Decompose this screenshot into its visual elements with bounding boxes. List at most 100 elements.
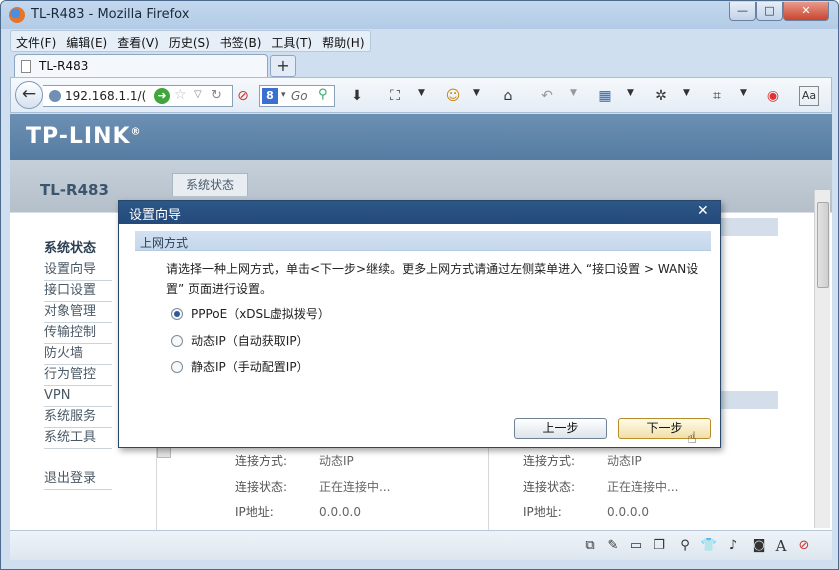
tab-tl-r483[interactable]: TL-R483 bbox=[14, 54, 268, 78]
option-label: 静态IP（手动配置IP） bbox=[191, 360, 309, 374]
apps-dropdown-icon[interactable]: ▼ bbox=[627, 88, 634, 98]
page-info-icon[interactable]: ⧉ bbox=[581, 537, 599, 555]
dialog-close-icon[interactable]: ✕ bbox=[697, 203, 709, 219]
tab-strip: TL-R483 + bbox=[10, 53, 832, 78]
windows-icon[interactable]: ❐ bbox=[650, 537, 668, 555]
menu-history[interactable]: 历史(S) bbox=[164, 31, 215, 51]
menu-file[interactable]: 文件(F) bbox=[11, 31, 61, 51]
undo-close-tab-icon[interactable]: ↶ bbox=[537, 86, 557, 106]
sidebar-toggle-icon[interactable]: ▭ bbox=[627, 537, 645, 555]
home-icon[interactable]: ⌂ bbox=[498, 86, 518, 106]
status-row: 连接方式: 动态IP bbox=[235, 454, 354, 468]
dialog-header: 设置向导 ✕ bbox=[119, 201, 720, 224]
scrollbar-thumb[interactable] bbox=[817, 202, 829, 288]
wan-status-panel-2: 连接方式: 动态IP 连接状态: 正在连接中... IP地址: 0.0.0.0 bbox=[488, 444, 814, 530]
extension-dropdown-icon[interactable]: ▼ bbox=[683, 88, 690, 98]
menu-tools[interactable]: 工具(T) bbox=[266, 31, 317, 51]
menu-edit[interactable]: 编辑(E) bbox=[61, 31, 112, 51]
section-title: 上网方式 bbox=[140, 236, 189, 250]
addon-face-icon[interactable]: ☺ bbox=[443, 86, 463, 106]
menu-bookmarks[interactable]: 书签(B) bbox=[215, 31, 267, 51]
apps-grid-icon[interactable]: ▦ bbox=[595, 86, 615, 106]
text-size-icon[interactable]: A bbox=[772, 537, 790, 555]
option-pppoe[interactable]: PPPoE（xDSL虚拟拨号） bbox=[171, 305, 330, 322]
sidebar-item-logout[interactable]: 退出登录 bbox=[44, 469, 112, 490]
sidebar-item-system-status[interactable]: 系统状态 bbox=[44, 239, 112, 260]
block-icon[interactable]: ⊘ bbox=[233, 86, 253, 106]
next-step-button[interactable]: 下一步 bbox=[618, 418, 711, 439]
sidebar-item-transmission[interactable]: 传输控制 bbox=[44, 323, 112, 344]
menu-view[interactable]: 查看(V) bbox=[112, 31, 164, 51]
maximize-button[interactable]: □ bbox=[756, 2, 783, 21]
section-header: 上网方式 bbox=[135, 231, 711, 251]
status-row: IP地址: 0.0.0.0 bbox=[523, 505, 649, 519]
browser-window: TL-R483 - Mozilla Firefox — □ ✕ 文件(F) 编辑… bbox=[0, 0, 839, 570]
brush-icon[interactable]: ✎ bbox=[604, 537, 622, 555]
sidebar-item-interface[interactable]: 接口设置 bbox=[44, 281, 112, 302]
brand-logo: TP-LINK® bbox=[26, 124, 142, 149]
option-static-ip[interactable]: 静态IP（手动配置IP） bbox=[171, 358, 309, 375]
sidebar-item-firewall[interactable]: 防火墙 bbox=[44, 344, 112, 365]
option-dynamic-ip[interactable]: 动态IP（自动获取IP） bbox=[171, 332, 309, 349]
dialog-title: 设置向导 bbox=[129, 208, 182, 223]
search-engine-icon[interactable]: 8 bbox=[262, 88, 278, 104]
page-icon bbox=[21, 60, 31, 73]
extension-icon[interactable]: ✲ bbox=[651, 86, 671, 106]
block-status-icon[interactable]: ⊘ bbox=[795, 537, 813, 555]
search-engine-dropdown-icon[interactable]: ▾ bbox=[281, 90, 286, 100]
undo-dropdown-icon[interactable]: ▼ bbox=[570, 88, 577, 98]
option-label: 动态IP（自动获取IP） bbox=[191, 334, 309, 348]
menu-help[interactable]: 帮助(H) bbox=[317, 31, 369, 51]
back-button[interactable]: ← bbox=[15, 81, 43, 109]
radio-pppoe[interactable] bbox=[171, 308, 183, 320]
title-bar: TL-R483 - Mozilla Firefox — □ ✕ bbox=[1, 1, 838, 29]
radio-dynamic-ip[interactable] bbox=[171, 335, 183, 347]
font-size-icon[interactable]: Aa bbox=[799, 86, 819, 106]
window-title: TL-R483 - Mozilla Firefox bbox=[31, 7, 190, 22]
radio-static-ip[interactable] bbox=[171, 361, 183, 373]
tab-system-status[interactable]: 系统状态 bbox=[172, 173, 248, 196]
close-window-button[interactable]: ✕ bbox=[783, 2, 829, 21]
sidebar-item-vpn[interactable]: VPN bbox=[44, 386, 112, 407]
brand-header: TP-LINK® bbox=[10, 114, 832, 160]
page-scrollbar[interactable] bbox=[814, 190, 830, 528]
url-bar[interactable]: 192.168.1.1/( ➜ ☆ ▽ ↻ bbox=[43, 85, 233, 107]
new-tab-button[interactable]: + bbox=[270, 55, 296, 77]
search-box[interactable]: 8 ▾ Go ⚲ bbox=[259, 85, 335, 107]
download-icon[interactable]: ⬇ bbox=[347, 86, 367, 106]
status-row: 连接状态: 正在连接中... bbox=[235, 480, 391, 494]
crop-dropdown-icon[interactable]: ▼ bbox=[740, 88, 747, 98]
reload-icon[interactable]: ↻ bbox=[211, 88, 222, 103]
volume-icon[interactable]: ♪ bbox=[724, 537, 742, 555]
sidebar-item-behavior[interactable]: 行为管控 bbox=[44, 365, 112, 386]
sidebar-item-services[interactable]: 系统服务 bbox=[44, 407, 112, 428]
screenshot-dropdown-icon[interactable]: ▼ bbox=[418, 88, 425, 98]
history-dropdown-icon[interactable]: ▽ bbox=[194, 89, 202, 100]
sidebar-item-tools[interactable]: 系统工具 bbox=[44, 428, 112, 449]
status-row: IP地址: 0.0.0.0 bbox=[235, 505, 361, 519]
menu-bar: 文件(F) 编辑(E) 查看(V) 历史(S) 书签(B) 工具(T) 帮助(H… bbox=[10, 30, 371, 52]
bookmark-star-icon[interactable]: ☆ bbox=[174, 87, 187, 103]
addon-dropdown-icon[interactable]: ▼ bbox=[473, 88, 480, 98]
sidebar-item-objects[interactable]: 对象管理 bbox=[44, 302, 112, 323]
url-text[interactable]: 192.168.1.1/( bbox=[65, 89, 146, 103]
search-icon[interactable]: ⚲ bbox=[318, 87, 328, 102]
zoom-search-icon[interactable]: ⚲ bbox=[676, 537, 694, 555]
weibo-icon[interactable]: ◉ bbox=[763, 86, 783, 106]
search-input[interactable]: Go bbox=[291, 89, 308, 103]
minimize-button[interactable]: — bbox=[729, 2, 756, 21]
camera-icon[interactable]: ◙ bbox=[750, 537, 768, 555]
crop-icon[interactable]: ⌗ bbox=[707, 86, 727, 106]
sidebar-menu: 系统状态 设置向导 接口设置 对象管理 传输控制 防火墙 行为管控 VPN 系统… bbox=[44, 239, 112, 490]
screenshot-icon[interactable]: ⛶ bbox=[385, 86, 405, 106]
prev-step-button[interactable]: 上一步 bbox=[514, 418, 607, 439]
status-bar: ⧉ ✎ ▭ ❐ ⚲ 👕 ♪ ◙ A ⊘ bbox=[10, 530, 832, 560]
site-identity-icon[interactable] bbox=[49, 90, 61, 102]
hand-cursor-icon: ☝ bbox=[687, 428, 697, 447]
shirt-icon[interactable]: 👕 bbox=[700, 537, 718, 555]
option-label: PPPoE（xDSL虚拟拨号） bbox=[191, 307, 330, 321]
model-name: TL-R483 bbox=[40, 181, 109, 199]
sidebar-item-setup-wizard[interactable]: 设置向导 bbox=[44, 260, 112, 281]
go-arrow-icon[interactable]: ➜ bbox=[154, 88, 170, 104]
